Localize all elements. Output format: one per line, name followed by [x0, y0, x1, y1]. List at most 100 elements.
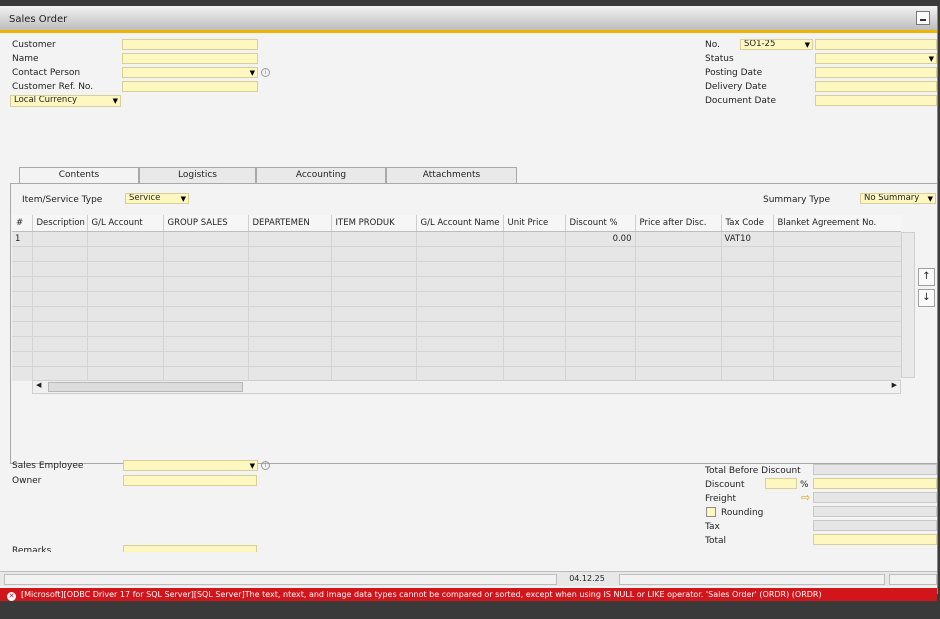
currency-dropdown[interactable]: Local Currency ▼: [10, 95, 121, 107]
customer-ref-field[interactable]: [122, 81, 258, 92]
chevron-down-icon: ▼: [112, 97, 118, 105]
table-row[interactable]: [12, 321, 901, 337]
total-label: Total: [705, 536, 727, 546]
table-row[interactable]: [12, 261, 901, 277]
tax-field: [813, 520, 937, 531]
info-icon[interactable]: i: [261, 68, 270, 77]
table-cell[interactable]: [87, 231, 164, 247]
column-header[interactable]: Price after Disc.: [635, 215, 722, 232]
posting-date-field[interactable]: [815, 67, 937, 78]
grid-header-row: # Description G/L Account GROUP SALES DE…: [12, 215, 901, 232]
contact-person-dropdown[interactable]: ▼: [122, 67, 258, 78]
info-icon[interactable]: i: [261, 461, 270, 470]
column-header[interactable]: GROUP SALES: [163, 215, 249, 232]
column-header[interactable]: Description: [32, 215, 88, 232]
owner-field[interactable]: [123, 475, 257, 486]
column-header[interactable]: G/L Account Name: [416, 215, 504, 232]
vertical-scrollbar[interactable]: [901, 232, 915, 378]
discount-percent-field[interactable]: [765, 478, 797, 489]
chevron-down-icon: ▼: [180, 195, 186, 203]
table-row[interactable]: [12, 351, 901, 367]
table-cell[interactable]: [163, 231, 249, 247]
table-row[interactable]: [12, 276, 901, 292]
minimize-button[interactable]: [916, 11, 930, 25]
series-dropdown[interactable]: SO1-25 ▼: [740, 39, 813, 50]
document-lines-grid[interactable]: # Description G/L Account GROUP SALES DE…: [12, 215, 901, 381]
delivery-date-field[interactable]: [815, 81, 937, 92]
column-header[interactable]: Discount %: [565, 215, 636, 232]
horizontal-scrollbar[interactable]: ◀ ▶: [32, 380, 901, 394]
link-arrow-icon[interactable]: ⇨: [801, 491, 810, 504]
table-row[interactable]: 1 0.00 VAT10: [12, 231, 901, 247]
status-dropdown[interactable]: ▼: [815, 53, 937, 64]
summary-type-label: Summary Type: [763, 195, 831, 205]
name-field[interactable]: [122, 53, 258, 64]
total-field: [813, 534, 937, 545]
total-before-discount-field: [813, 464, 937, 475]
scroll-thumb[interactable]: [48, 382, 243, 392]
table-cell[interactable]: [248, 231, 332, 247]
item-service-type-dropdown[interactable]: Service ▼: [125, 193, 189, 204]
percent-sign: %: [800, 480, 809, 490]
customer-field[interactable]: [122, 39, 258, 50]
scroll-right-icon[interactable]: ▶: [892, 381, 897, 389]
customer-ref-label: Customer Ref. No.: [12, 82, 94, 92]
remarks-field[interactable]: [123, 545, 257, 552]
table-cell[interactable]: [635, 231, 722, 247]
table-cell[interactable]: [503, 231, 566, 247]
owner-label: Owner: [12, 476, 42, 486]
tab-contents[interactable]: Contents: [19, 167, 139, 184]
rounding-checkbox[interactable]: [706, 507, 716, 517]
table-row[interactable]: [12, 366, 901, 381]
column-header[interactable]: DEPARTEMEN: [248, 215, 332, 232]
status-label: Status: [705, 54, 734, 64]
table-cell[interactable]: [32, 231, 88, 247]
tab-attachments[interactable]: Attachments: [386, 167, 517, 183]
currency-value: Local Currency: [14, 95, 78, 105]
error-message-bar[interactable]: ✕ [Microsoft][ODBC Driver 17 for SQL Serv…: [0, 588, 937, 601]
title-bar[interactable]: Sales Order: [0, 6, 937, 33]
table-row[interactable]: [12, 246, 901, 262]
error-icon: ✕: [7, 592, 16, 601]
document-number-field[interactable]: [815, 39, 937, 50]
name-label: Name: [12, 54, 39, 64]
column-header[interactable]: Blanket Agreement No.: [773, 215, 901, 232]
customer-label: Customer: [12, 40, 56, 50]
row-number: 1: [12, 231, 33, 247]
tax-code-cell[interactable]: VAT10: [721, 231, 774, 247]
series-value: SO1-25: [744, 39, 776, 49]
table-row[interactable]: [12, 291, 901, 307]
chevron-down-icon: ▼: [804, 41, 810, 49]
total-before-discount-label: Total Before Discount: [705, 466, 801, 476]
summary-type-dropdown[interactable]: No Summary ▼: [860, 193, 936, 204]
remarks-label: Remarks: [12, 546, 52, 552]
status-segment: [889, 574, 937, 585]
move-row-up-button[interactable]: ↑: [918, 268, 935, 286]
column-header[interactable]: ITEM PRODUK: [331, 215, 417, 232]
tax-label: Tax: [705, 522, 720, 532]
arrow-down-icon: ↓: [922, 292, 931, 303]
sales-employee-dropdown[interactable]: ▼: [123, 460, 258, 471]
column-header[interactable]: Unit Price: [503, 215, 566, 232]
column-header[interactable]: Tax Code: [721, 215, 774, 232]
discount-amount-field[interactable]: [813, 478, 937, 489]
tab-accounting[interactable]: Accounting: [256, 167, 386, 183]
column-header[interactable]: #: [12, 215, 33, 232]
status-bar: 04.12.25: [0, 571, 937, 586]
table-cell[interactable]: [773, 231, 901, 247]
tab-logistics[interactable]: Logistics: [139, 167, 256, 183]
discount-cell[interactable]: 0.00: [565, 231, 636, 247]
item-service-type-label: Item/Service Type: [22, 195, 103, 205]
column-header[interactable]: G/L Account: [87, 215, 164, 232]
summary-type-value: No Summary: [864, 193, 920, 203]
table-row[interactable]: [12, 306, 901, 322]
move-row-down-button[interactable]: ↓: [918, 289, 935, 307]
table-row[interactable]: [12, 336, 901, 352]
posting-date-label: Posting Date: [705, 68, 763, 78]
document-date-field[interactable]: [815, 95, 937, 106]
table-cell[interactable]: [331, 231, 417, 247]
item-service-type-value: Service: [129, 193, 161, 203]
scroll-left-icon[interactable]: ◀: [36, 381, 41, 389]
chevron-down-icon: ▼: [249, 69, 255, 77]
table-cell[interactable]: [416, 231, 504, 247]
